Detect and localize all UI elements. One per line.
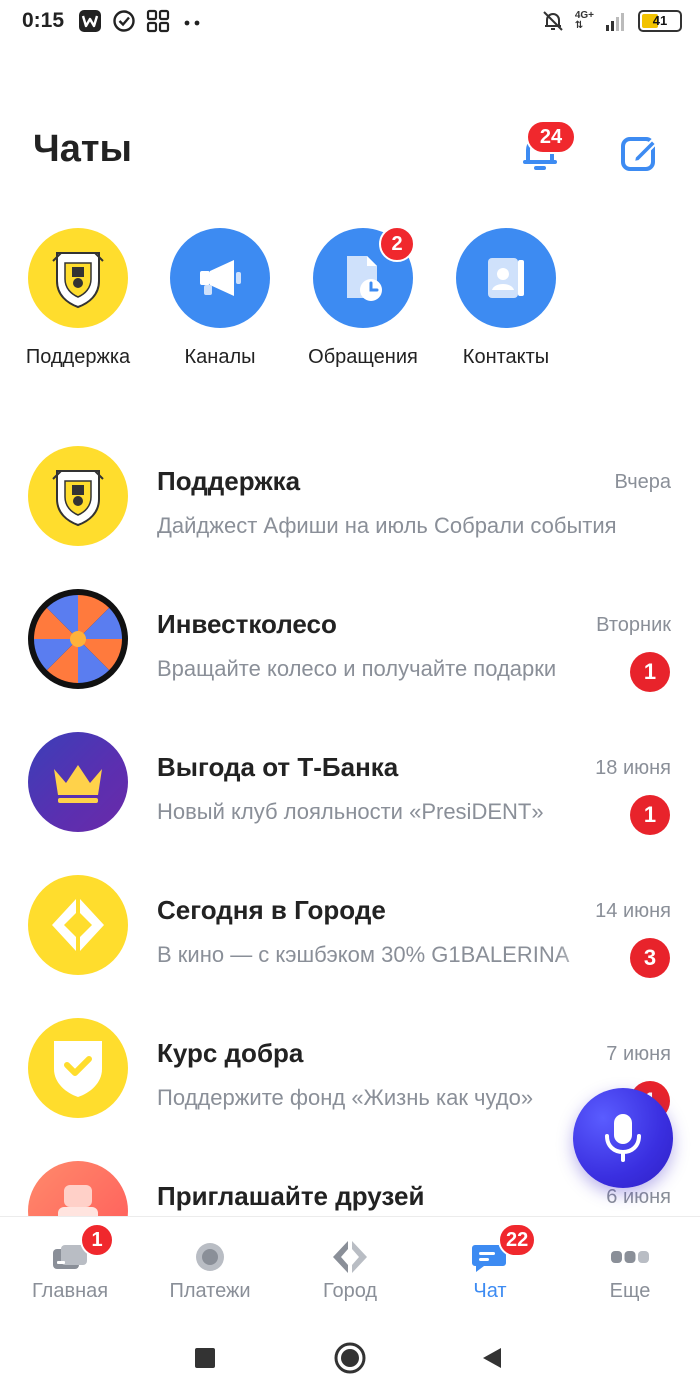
- signal-icon: [606, 13, 624, 31]
- notifications-badge: 24: [526, 120, 576, 154]
- quick-action-channels[interactable]: Каналы: [150, 228, 290, 369]
- nav-chat[interactable]: 22 Чат: [420, 1217, 560, 1317]
- status-notification-icons: [78, 9, 204, 33]
- more-dots-icon: [611, 1251, 649, 1263]
- quick-action-contacts[interactable]: Контакты: [436, 228, 576, 369]
- unread-badge: 1: [630, 795, 670, 835]
- chat-item-investkoleso[interactable]: Инвестколесо Вторник Вращайте колесо и п…: [0, 589, 700, 731]
- page-title: Чаты: [33, 128, 132, 170]
- chat-title: Курс добра: [157, 1038, 304, 1068]
- voice-assistant-button[interactable]: [573, 1088, 673, 1188]
- quick-action-label: Обращения: [308, 346, 418, 368]
- megaphone-icon: [170, 228, 270, 328]
- nav-label: Еще: [609, 1280, 651, 1302]
- nav-label: Чат: [473, 1280, 507, 1302]
- chat-title: Сегодня в Городе: [157, 895, 386, 925]
- contacts-book-icon: [456, 228, 556, 328]
- chat-item-vygoda[interactable]: Выгода от Т-Банка 18 июня Новый клуб лоя…: [0, 732, 700, 874]
- nav-home[interactable]: 1 Главная: [0, 1217, 140, 1317]
- crown-icon: [28, 732, 128, 832]
- more-notifications-icon: [184, 20, 200, 26]
- chat-item-city-today[interactable]: Сегодня в Городе 14 июня В кино — с кэшб…: [0, 875, 700, 1017]
- battery-percent: 41: [652, 13, 668, 28]
- nav-chat-badge: 22: [498, 1223, 537, 1257]
- chat-title: Выгода от Т-Банка: [157, 752, 399, 782]
- qr-grid-icon: [146, 9, 170, 33]
- nav-city[interactable]: Город: [280, 1217, 420, 1317]
- city-diamond-icon: [28, 875, 128, 975]
- check-circle-icon: [113, 10, 135, 32]
- bell-muted-icon: [543, 11, 563, 31]
- chats-screen: 0:15 4G+ ⇅ 41 Чаты 24 Поддержка Каналы 2…: [0, 0, 700, 1400]
- back-button[interactable]: [472, 1338, 512, 1378]
- chat-title: Приглашайте друзей: [157, 1181, 425, 1211]
- status-time: 0:15: [22, 9, 65, 32]
- requests-badge: 2: [379, 226, 415, 262]
- tinkoff-logo-icon: [28, 446, 128, 546]
- city-diamond-icon: [333, 1241, 367, 1273]
- recents-button[interactable]: [185, 1338, 225, 1378]
- circle-icon: [334, 1342, 366, 1374]
- chat-date: 6 июня: [606, 1186, 671, 1208]
- chat-title: Поддержка: [157, 466, 301, 496]
- chat-date: Вчера: [614, 471, 671, 493]
- system-navigation-bar: [0, 1316, 700, 1400]
- chat-preview: Дайджест Афиши на июль Собрали события: [157, 513, 617, 538]
- nav-more[interactable]: Еще: [560, 1217, 700, 1317]
- unread-badge: 1: [630, 652, 670, 692]
- battery-icon: 41: [638, 10, 682, 32]
- tinkoff-logo-icon: [28, 228, 128, 328]
- status-system-icons: 4G+ ⇅ 41: [541, 9, 682, 33]
- chat-date: 14 июня: [595, 900, 671, 922]
- nav-home-badge: 1: [80, 1223, 114, 1257]
- nav-payments[interactable]: Платежи: [140, 1217, 280, 1317]
- back-triangle-icon: [483, 1348, 501, 1368]
- document-clock-icon: 2: [313, 226, 415, 328]
- shield-check-icon: [28, 1018, 128, 1118]
- chat-title: Инвестколесо: [157, 609, 337, 639]
- chat-date: 7 июня: [606, 1043, 671, 1065]
- chat-preview: Новый клуб лояльности «PresiDENT»: [157, 799, 544, 824]
- wheel-of-fortune-icon: [28, 589, 128, 689]
- microphone-icon: [605, 1114, 641, 1162]
- chat-preview: Поддержите фонд «Жизнь как чудо»: [157, 1085, 534, 1110]
- nav-label: Платежи: [169, 1280, 251, 1302]
- chat-date: Вторник: [596, 614, 671, 636]
- chat-item-support[interactable]: Поддержка Вчера Дайджест Афиши на июль С…: [0, 446, 700, 588]
- square-icon: [195, 1348, 215, 1368]
- chat-preview: Вращайте колесо и получайте подарки: [157, 656, 557, 681]
- chat-preview: В кино — с кэшбэком 30% G1BALERINA: [157, 942, 570, 967]
- quick-action-label: Контакты: [462, 346, 550, 368]
- chat-date: 18 июня: [595, 757, 671, 779]
- quick-actions: Поддержка Каналы 2 Обращения Контакты: [0, 226, 700, 388]
- network-type: 4G+ ⇅: [574, 10, 594, 31]
- compose-icon[interactable]: [618, 130, 662, 174]
- quick-action-label: Каналы: [184, 346, 256, 368]
- quick-action-support[interactable]: Поддержка: [8, 228, 148, 369]
- status-bar: 0:15 4G+ ⇅ 41: [0, 0, 700, 44]
- home-button[interactable]: [330, 1338, 370, 1378]
- bottom-navigation: 1 Главная Платежи Город 22 Чат Еще: [0, 1216, 700, 1316]
- payments-circle-icon: [196, 1243, 224, 1271]
- quick-action-requests[interactable]: 2 Обращения: [293, 226, 433, 369]
- quick-action-label: Поддержка: [25, 346, 131, 368]
- nav-label: Главная: [31, 1280, 109, 1302]
- app-w-icon: [79, 10, 101, 32]
- nav-label: Город: [322, 1280, 378, 1302]
- unread-badge: 3: [630, 938, 670, 978]
